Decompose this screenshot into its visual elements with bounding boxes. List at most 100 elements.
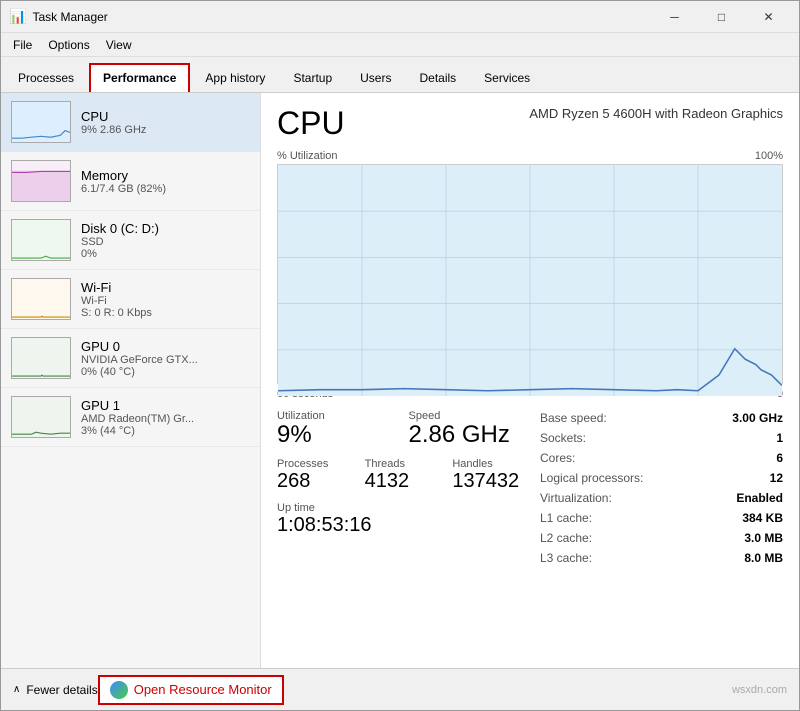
sidebar: CPU 9% 2.86 GHz Memory <box>1 93 261 668</box>
minimize-button[interactable]: ─ <box>652 5 697 29</box>
sidebar-item-cpu[interactable]: CPU 9% 2.86 GHz <box>1 93 260 152</box>
l2-cache-row: L2 cache: 3.0 MB <box>540 530 783 546</box>
menubar: File Options View <box>1 33 799 57</box>
virtualization-key: Virtualization: <box>540 491 612 505</box>
gpu0-thumbnail <box>11 337 71 379</box>
handles-stat: Handles 137432 <box>452 458 520 492</box>
memory-info: Memory 6.1/7.4 GB (82%) <box>81 168 250 195</box>
tab-services[interactable]: Services <box>471 64 543 92</box>
processes-label: Processes <box>277 458 345 470</box>
footer: ∧ Fewer details Open Resource Monitor ws… <box>1 668 799 710</box>
utilization-speed-row: Utilization 9% Speed 2.86 GHz <box>277 410 520 448</box>
l1-cache-row: L1 cache: 384 KB <box>540 510 783 526</box>
tab-users[interactable]: Users <box>347 64 404 92</box>
right-panel: CPU AMD Ryzen 5 4600H with Radeon Graphi… <box>261 93 799 668</box>
fewer-details-label: Fewer details <box>26 683 97 697</box>
gpu0-name: GPU 0 <box>81 339 250 354</box>
resource-monitor-icon <box>110 681 128 699</box>
logical-processors-val: 12 <box>770 471 783 485</box>
app-icon: 📊 <box>9 8 26 25</box>
panel-subtitle: AMD Ryzen 5 4600H with Radeon Graphics <box>529 105 783 123</box>
fewer-details-button[interactable]: ∧ Fewer details <box>13 683 98 697</box>
cpu-chart <box>277 164 783 384</box>
wifi-info: Wi-Fi Wi-Fi S: 0 R: 0 Kbps <box>81 280 250 319</box>
sidebar-item-disk[interactable]: Disk 0 (C: D:) SSD 0% <box>1 211 260 270</box>
sockets-key: Sockets: <box>540 431 586 445</box>
uptime-value: 1:08:53:16 <box>277 514 520 536</box>
cpu-thumbnail <box>11 101 71 143</box>
disk-type: SSD <box>81 236 250 248</box>
watermark: wsxdn.com <box>712 684 787 696</box>
l1-cache-key: L1 cache: <box>540 511 592 525</box>
chart-label-100: 100% <box>755 150 783 162</box>
sockets-val: 1 <box>776 431 783 445</box>
close-button[interactable]: ✕ <box>746 5 791 29</box>
main-content: CPU 9% 2.86 GHz Memory <box>1 93 799 668</box>
wifi-thumbnail <box>11 278 71 320</box>
window-title: Task Manager <box>32 10 107 24</box>
sockets-row: Sockets: 1 <box>540 430 783 446</box>
logical-processors-key: Logical processors: <box>540 471 643 485</box>
threads-value: 4132 <box>365 470 433 492</box>
chart-label-utilization: % Utilization <box>277 150 338 162</box>
gpu1-name: GPU 1 <box>81 398 250 413</box>
wifi-type: Wi-Fi <box>81 295 250 307</box>
panel-title: CPU <box>277 105 345 142</box>
tab-processes[interactable]: Processes <box>5 64 87 92</box>
menu-file[interactable]: File <box>5 36 40 54</box>
titlebar-controls: ─ □ ✕ <box>652 5 791 29</box>
task-manager-window: 📊 Task Manager ─ □ ✕ File Options View P… <box>0 0 800 711</box>
gpu0-info: GPU 0 NVIDIA GeForce GTX... 0% (40 °C) <box>81 339 250 378</box>
base-speed-row: Base speed: 3.00 GHz <box>540 410 783 426</box>
processes-row: Processes 268 Threads 4132 Handles 13743… <box>277 458 520 492</box>
open-resource-monitor-button[interactable]: Open Resource Monitor <box>98 675 284 705</box>
sidebar-item-gpu1[interactable]: GPU 1 AMD Radeon(TM) Gr... 3% (44 °C) <box>1 388 260 447</box>
menu-view[interactable]: View <box>98 36 140 54</box>
tab-startup[interactable]: Startup <box>280 64 345 92</box>
logical-processors-row: Logical processors: 12 <box>540 470 783 486</box>
utilization-stat: Utilization 9% <box>277 410 389 448</box>
gpu1-info: GPU 1 AMD Radeon(TM) Gr... 3% (44 °C) <box>81 398 250 437</box>
tabbar: Processes Performance App history Startu… <box>1 57 799 93</box>
cpu-info: CPU 9% 2.86 GHz <box>81 109 250 136</box>
gpu1-thumbnail <box>11 396 71 438</box>
cores-val: 6 <box>776 451 783 465</box>
virtualization-row: Virtualization: Enabled <box>540 490 783 506</box>
gpu1-model: AMD Radeon(TM) Gr... <box>81 413 250 425</box>
cores-row: Cores: 6 <box>540 450 783 466</box>
base-speed-key: Base speed: <box>540 411 607 425</box>
cores-key: Cores: <box>540 451 575 465</box>
speed-value: 2.86 GHz <box>409 422 521 448</box>
menu-options[interactable]: Options <box>40 36 97 54</box>
cpu-detail: 9% 2.86 GHz <box>81 124 250 136</box>
disk-thumbnail <box>11 219 71 261</box>
sidebar-item-gpu0[interactable]: GPU 0 NVIDIA GeForce GTX... 0% (40 °C) <box>1 329 260 388</box>
processes-value: 268 <box>277 470 345 492</box>
memory-thumbnail <box>11 160 71 202</box>
wifi-name: Wi-Fi <box>81 280 250 295</box>
open-resource-label: Open Resource Monitor <box>134 682 272 697</box>
disk-name: Disk 0 (C: D:) <box>81 221 250 236</box>
handles-value: 137432 <box>452 470 520 492</box>
titlebar-left: 📊 Task Manager <box>9 8 108 25</box>
l2-cache-key: L2 cache: <box>540 531 592 545</box>
l3-cache-val: 8.0 MB <box>744 551 783 565</box>
titlebar: 📊 Task Manager ─ □ ✕ <box>1 1 799 33</box>
maximize-button[interactable]: □ <box>699 5 744 29</box>
tab-details[interactable]: Details <box>406 64 469 92</box>
gpu0-model: NVIDIA GeForce GTX... <box>81 354 250 366</box>
processes-stat: Processes 268 <box>277 458 345 492</box>
tab-app-history[interactable]: App history <box>192 64 278 92</box>
l3-cache-key: L3 cache: <box>540 551 592 565</box>
tab-performance[interactable]: Performance <box>89 63 190 92</box>
speed-stat: Speed 2.86 GHz <box>409 410 521 448</box>
sidebar-item-memory[interactable]: Memory 6.1/7.4 GB (82%) <box>1 152 260 211</box>
sidebar-item-wifi[interactable]: Wi-Fi Wi-Fi S: 0 R: 0 Kbps <box>1 270 260 329</box>
panel-header: CPU AMD Ryzen 5 4600H with Radeon Graphi… <box>277 105 783 142</box>
gpu1-usage: 3% (44 °C) <box>81 425 250 437</box>
uptime-stat: Up time 1:08:53:16 <box>277 502 520 566</box>
chevron-up-icon: ∧ <box>13 684 20 695</box>
virtualization-val: Enabled <box>736 491 783 505</box>
l3-cache-row: L3 cache: 8.0 MB <box>540 550 783 566</box>
stats-section: Utilization 9% Speed 2.86 GHz Processes … <box>277 410 783 566</box>
